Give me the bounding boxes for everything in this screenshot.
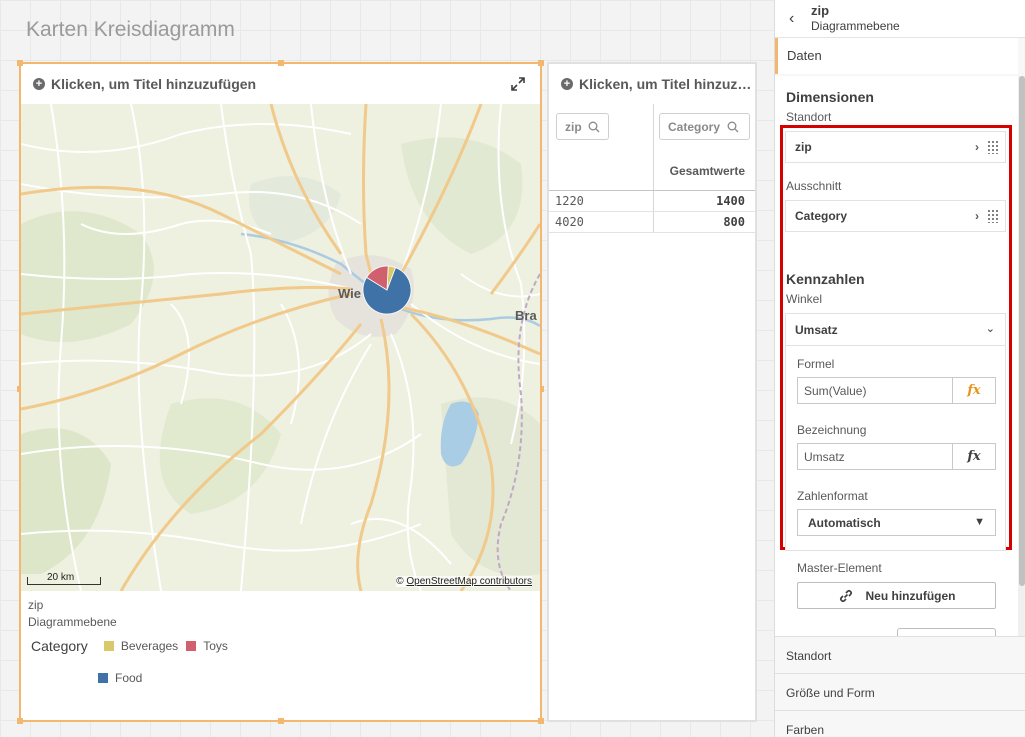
master-item-label: Master-Element [797, 561, 882, 575]
number-format-value: Automatisch [808, 516, 881, 530]
resize-handle[interactable] [17, 718, 23, 724]
table-chart-card[interactable]: + Klicken, um Titel hinzuz… zip Category… [547, 62, 757, 722]
number-format-label: Zahlenformat [797, 489, 868, 503]
map-place-label: Bra [515, 308, 537, 323]
column-search-label: Category [668, 119, 721, 134]
add-title-icon: + [33, 78, 45, 90]
map-canvas[interactable]: Wie Bra 20 km © OpenStreetMap contributo… [21, 104, 540, 591]
section-colors[interactable]: Farben [775, 710, 1025, 737]
map-chart-card[interactable]: + Klicken, um Titel hinzuzufügen Wie Bra… [17, 60, 544, 724]
table-cell-zip: 4020 [555, 215, 584, 229]
expand-icon[interactable] [510, 76, 526, 97]
dimension-category[interactable]: Category › [785, 200, 1006, 232]
legend-title: Category [31, 638, 88, 654]
dimension-zip[interactable]: zip › [785, 131, 1006, 163]
add-master-item-button[interactable]: Neu hinzufügen [797, 582, 996, 609]
dropdown-arrow-icon: ▼ [974, 516, 985, 528]
properties-panel: ‹ zip Diagrammebene Daten Dimensionen St… [774, 0, 1025, 737]
location-label: Standort [786, 110, 832, 124]
legend-label: Toys [203, 639, 228, 653]
legend-item-beverages[interactable]: Beverages [103, 639, 179, 653]
add-master-item-label: Neu hinzufügen [865, 588, 956, 603]
legend-item-food[interactable]: Food [98, 671, 142, 685]
chart-title-label: Klicken, um Titel hinzuz… [579, 76, 752, 92]
panel-header-subtitle: Diagrammebene [811, 19, 900, 33]
formula-input[interactable]: Sum(Value) fx [797, 377, 996, 404]
chart-title-label: Klicken, um Titel hinzuzufügen [51, 76, 257, 92]
layer-subtitle: Diagrammebene [28, 615, 117, 629]
tab-data[interactable]: Daten [775, 38, 1018, 74]
legend-swatch [186, 641, 197, 651]
column-search-label: zip [565, 119, 582, 134]
layer-title: zip [28, 598, 44, 612]
attribution-prefix: © [396, 576, 404, 587]
table-cell-value: 1400 [716, 194, 745, 208]
legend-label: Beverages [120, 639, 179, 653]
map-attribution: © OpenStreetMap contributors [396, 576, 532, 587]
legend-swatch [98, 673, 108, 683]
sheet-title: Karten Kreisdiagramm [26, 18, 235, 41]
table-cell-value: 800 [723, 215, 745, 229]
column-search-zip[interactable]: zip [556, 113, 609, 140]
partial-button[interactable] [897, 628, 996, 636]
chevron-right-icon: › [975, 140, 979, 154]
panel-content: Dimensionen Standort zip › Ausschnitt Ca… [775, 76, 1018, 636]
scrollbar[interactable] [1018, 76, 1025, 636]
search-icon [727, 121, 739, 132]
chart-title-placeholder[interactable]: + Klicken, um Titel hinzuz… [549, 64, 755, 104]
measure-umsatz: Umsatz ⌄ Formel Sum(Value) fx Bezeichnun… [785, 313, 1006, 551]
table-row[interactable]: 4020 800 [549, 212, 755, 233]
resize-handle[interactable] [538, 718, 544, 724]
panel-header-title: zip [811, 3, 830, 18]
totals-header: Gesamtwerte [669, 164, 745, 178]
dimensions-heading: Dimensionen [786, 89, 874, 105]
legend-item-toys[interactable]: Toys [186, 639, 228, 653]
formula-label: Formel [797, 357, 835, 371]
add-title-icon: + [561, 78, 573, 90]
measures-heading: Kennzahlen [786, 271, 865, 287]
angle-label: Winkel [786, 292, 823, 306]
legend-label: Food [115, 671, 143, 685]
column-search-category[interactable]: Category [659, 113, 750, 140]
back-icon[interactable]: ‹ [789, 10, 794, 28]
map-place-label: Wie [338, 286, 361, 301]
measure-header[interactable]: Umsatz ⌄ [786, 314, 1005, 346]
link-icon [839, 589, 852, 602]
drag-handle-icon[interactable] [987, 209, 999, 223]
pie-chart[interactable] [362, 265, 412, 315]
measure-name: Umsatz [795, 323, 838, 337]
name-expression-button[interactable]: fx [952, 443, 996, 470]
name-label: Bezeichnung [797, 423, 867, 437]
table-row[interactable]: 1220 1400 [549, 191, 755, 212]
scale-label: 20 km [47, 572, 75, 583]
attribution-link[interactable]: OpenStreetMap contributors [406, 576, 532, 587]
resize-handle[interactable] [278, 718, 284, 724]
formula-value: Sum(Value) [804, 384, 867, 398]
name-input[interactable]: Umsatz fx [797, 443, 996, 470]
formula-editor-button[interactable]: fx [952, 377, 996, 404]
slice-label: Ausschnitt [786, 179, 842, 193]
legend: Category Beverages Toys [31, 638, 236, 654]
drag-handle-icon[interactable] [987, 140, 999, 154]
legend-swatch [103, 641, 114, 651]
dimension-label: Category [795, 209, 848, 223]
chart-title-placeholder[interactable]: + Klicken, um Titel hinzuzufügen [21, 64, 540, 104]
panel-header: ‹ zip Diagrammebene [775, 0, 1025, 38]
scrollbar-thumb[interactable] [1019, 76, 1025, 586]
section-size-and-shape[interactable]: Größe und Form [775, 673, 1025, 710]
name-value: Umsatz [804, 450, 845, 464]
layer-legend-header: zip Diagrammebene [28, 598, 117, 629]
dimension-label: zip [795, 140, 812, 154]
chevron-right-icon: › [975, 209, 979, 223]
section-location[interactable]: Standort [775, 636, 1025, 673]
chevron-down-icon: ⌄ [985, 323, 995, 335]
search-icon [588, 121, 600, 132]
table-cell-zip: 1220 [555, 194, 584, 208]
number-format-select[interactable]: Automatisch ▼ [797, 509, 996, 536]
